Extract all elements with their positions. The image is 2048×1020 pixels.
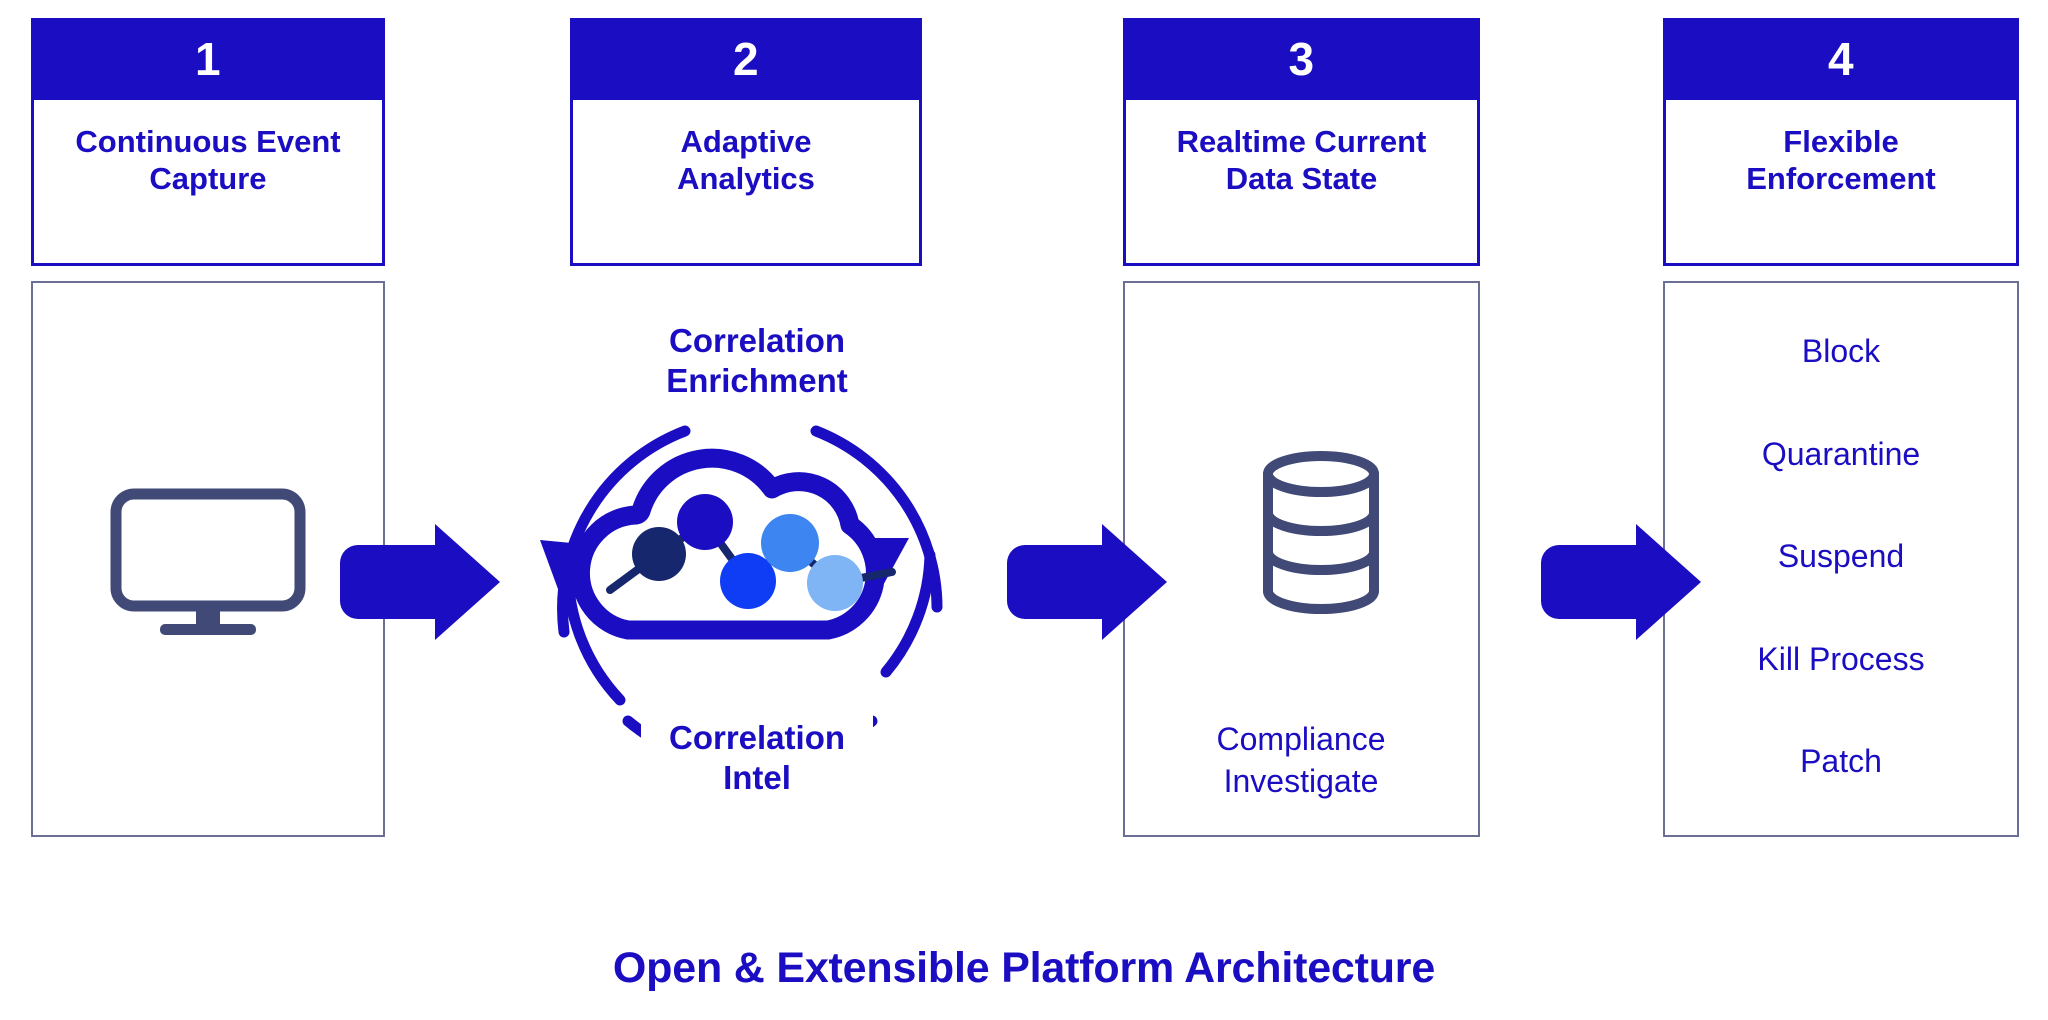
column-number-2: 2 xyxy=(570,18,922,100)
column-title-3-line2: Data State xyxy=(1225,160,1378,196)
column-title-4-line2: Enforcement xyxy=(1746,160,1936,196)
arrow-capture-to-analytics xyxy=(334,522,506,642)
correlation-enrichment-line2: Enrichment xyxy=(666,362,848,399)
monitor-icon xyxy=(108,488,308,638)
column-title-3: Realtime Current Data State xyxy=(1123,100,1480,266)
column-title-1-line1: Continuous Event xyxy=(75,124,341,159)
column-title-1-line2: Capture xyxy=(149,160,267,196)
enforcement-action-quarantine: Quarantine xyxy=(1761,435,1921,472)
data-node-1 xyxy=(632,527,686,581)
column-title-2-line2: Analytics xyxy=(677,160,815,196)
column-title-4-line1: Flexible xyxy=(1783,124,1899,159)
column-title-4: Flexible Enforcement xyxy=(1663,100,2019,266)
database-icon xyxy=(1256,450,1386,615)
column-header-4: 4 Flexible Enforcement xyxy=(1663,18,2019,266)
page-title: Open & Extensible Platform Architecture xyxy=(612,944,1436,992)
column3-caption-line1: Compliance xyxy=(1216,721,1386,757)
data-node-2 xyxy=(677,494,733,550)
column-header-1: 1 Continuous Event Capture xyxy=(31,18,385,266)
data-node-5 xyxy=(807,555,863,611)
column-title-2-line1: Adaptive xyxy=(680,124,812,159)
column-title-2: Adaptive Analytics xyxy=(570,100,922,266)
enforcement-action-block: Block xyxy=(1801,333,1881,369)
correlation-enrichment-label: Correlation Enrichment xyxy=(641,308,873,414)
panel-flexible-enforcement: Block Quarantine Suspend Kill Process Pa… xyxy=(1663,281,2019,837)
correlation-enrichment-line1: Correlation xyxy=(668,322,846,360)
column-number-1: 1 xyxy=(31,18,385,100)
column-title-1: Continuous Event Capture xyxy=(31,100,385,266)
diagram-canvas: 1 Continuous Event Capture 2 Adaptive An… xyxy=(0,0,2048,1020)
column-header-3: 3 Realtime Current Data State xyxy=(1123,18,1480,266)
column3-caption: Compliance Investigate xyxy=(1121,718,1481,802)
correlation-intel-line1: Correlation xyxy=(668,719,846,757)
data-node-4 xyxy=(761,514,819,572)
column3-caption-line2: Investigate xyxy=(1223,763,1379,800)
column-number-4: 4 xyxy=(1663,18,2019,100)
correlation-intel-label: Correlation Intel xyxy=(641,705,873,811)
correlation-intel-line2: Intel xyxy=(723,759,791,796)
enforcement-action-patch: Patch xyxy=(1800,743,1882,779)
column-number-3: 3 xyxy=(1123,18,1480,100)
arrow-datastate-to-enforcement xyxy=(1535,522,1707,642)
arrow-analytics-to-datastate xyxy=(1001,522,1173,642)
column-title-3-line1: Realtime Current xyxy=(1176,124,1427,159)
enforcement-action-kill-process: Kill Process xyxy=(1757,640,1925,677)
enforcement-action-suspend: Suspend xyxy=(1777,538,1905,574)
column-header-2: 2 Adaptive Analytics xyxy=(570,18,922,266)
